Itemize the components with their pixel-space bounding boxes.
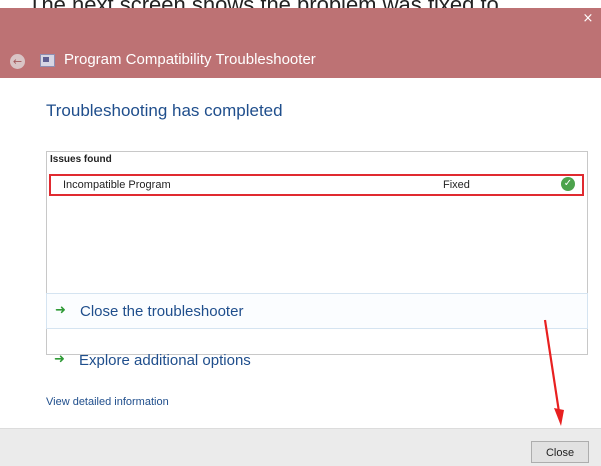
annotation-arrow-line [543,319,561,413]
annotation-arrow [543,319,564,426]
annotation-arrow-head [554,408,564,426]
